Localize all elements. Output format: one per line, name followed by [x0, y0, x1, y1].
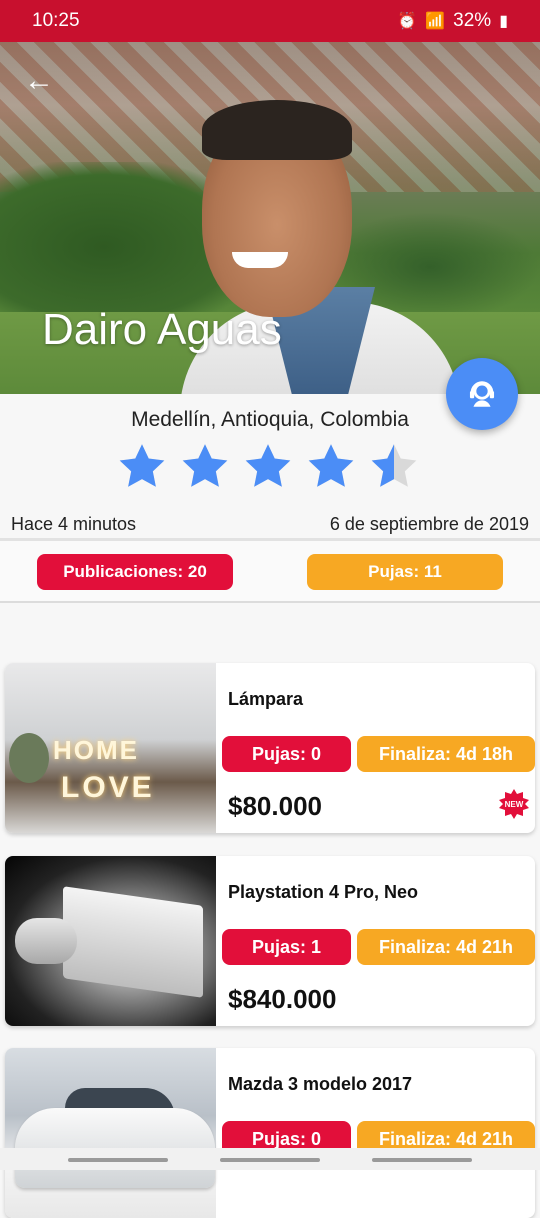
listing-bids-badge: Pujas: 1 [222, 929, 351, 965]
member-since-text: 6 de septiembre de 2019 [329, 514, 529, 534]
star-icon [368, 441, 420, 493]
battery-text: 32% [453, 10, 492, 31]
new-badge-text: NEW [505, 800, 524, 809]
star-icon [179, 441, 231, 493]
contact-fab-button[interactable] [446, 358, 518, 430]
listing-bids-badge: Pujas: 0 [222, 736, 351, 772]
listing-ends-badge: Finaliza: 4d 21h [357, 929, 535, 965]
wifi-icon: 📶 [425, 13, 446, 30]
listing-card[interactable]: Playstation 4 Pro, Neo Pujas: 1 Finaliza… [5, 856, 535, 1026]
last-seen-text: Hace 4 minutos [11, 514, 137, 534]
listing-title: Playstation 4 Pro, Neo [228, 882, 419, 902]
profile-name: Dairo Aguas [42, 305, 282, 354]
lamp-sign-love: LOVE [61, 771, 155, 804]
system-nav-bar [0, 1148, 540, 1170]
star-icon [116, 441, 168, 493]
listing-title: Lámpara [228, 689, 304, 709]
rating-stars [116, 441, 426, 493]
publications-count-button[interactable]: Publicaciones: 20 [37, 554, 233, 590]
listing-image [5, 856, 216, 1026]
battery-icon: ▮ [499, 13, 508, 30]
nav-recent[interactable] [68, 1158, 168, 1162]
listing-image [5, 1048, 216, 1218]
nav-home[interactable] [220, 1158, 320, 1162]
status-time: 10:25 [32, 10, 80, 31]
listing-card[interactable]: Mazda 3 modelo 2017 Pujas: 0 Finaliza: 4… [5, 1048, 535, 1218]
listing-ends-badge: Finaliza: 4d 18h [357, 736, 535, 772]
alarm-icon: ⏰ [397, 13, 418, 30]
nav-back[interactable] [372, 1158, 472, 1162]
support-agent-icon [469, 381, 495, 407]
listing-image: HOME LOVE [5, 663, 216, 833]
star-icon [242, 441, 294, 493]
listing-price: $80.000 [228, 791, 322, 821]
status-bar: 10:25 ⏰ 📶 32% ▮ [0, 0, 540, 42]
counts-bar: Publicaciones: 20 Pujas: 11 [0, 541, 540, 603]
listing-title: Mazda 3 modelo 2017 [228, 1074, 413, 1094]
new-badge-icon: NEW [499, 789, 529, 819]
listing-card[interactable]: HOME LOVE Lámpara Pujas: 0 Finaliza: 4d … [5, 663, 535, 833]
bids-count-button[interactable]: Pujas: 11 [307, 554, 503, 590]
lamp-sign-home: HOME [53, 735, 139, 765]
star-icon [305, 441, 357, 493]
status-icons: ⏰ 📶 32% ▮ [397, 10, 508, 32]
back-arrow-icon[interactable]: ← [24, 66, 54, 96]
listing-price: $840.000 [228, 984, 337, 1014]
